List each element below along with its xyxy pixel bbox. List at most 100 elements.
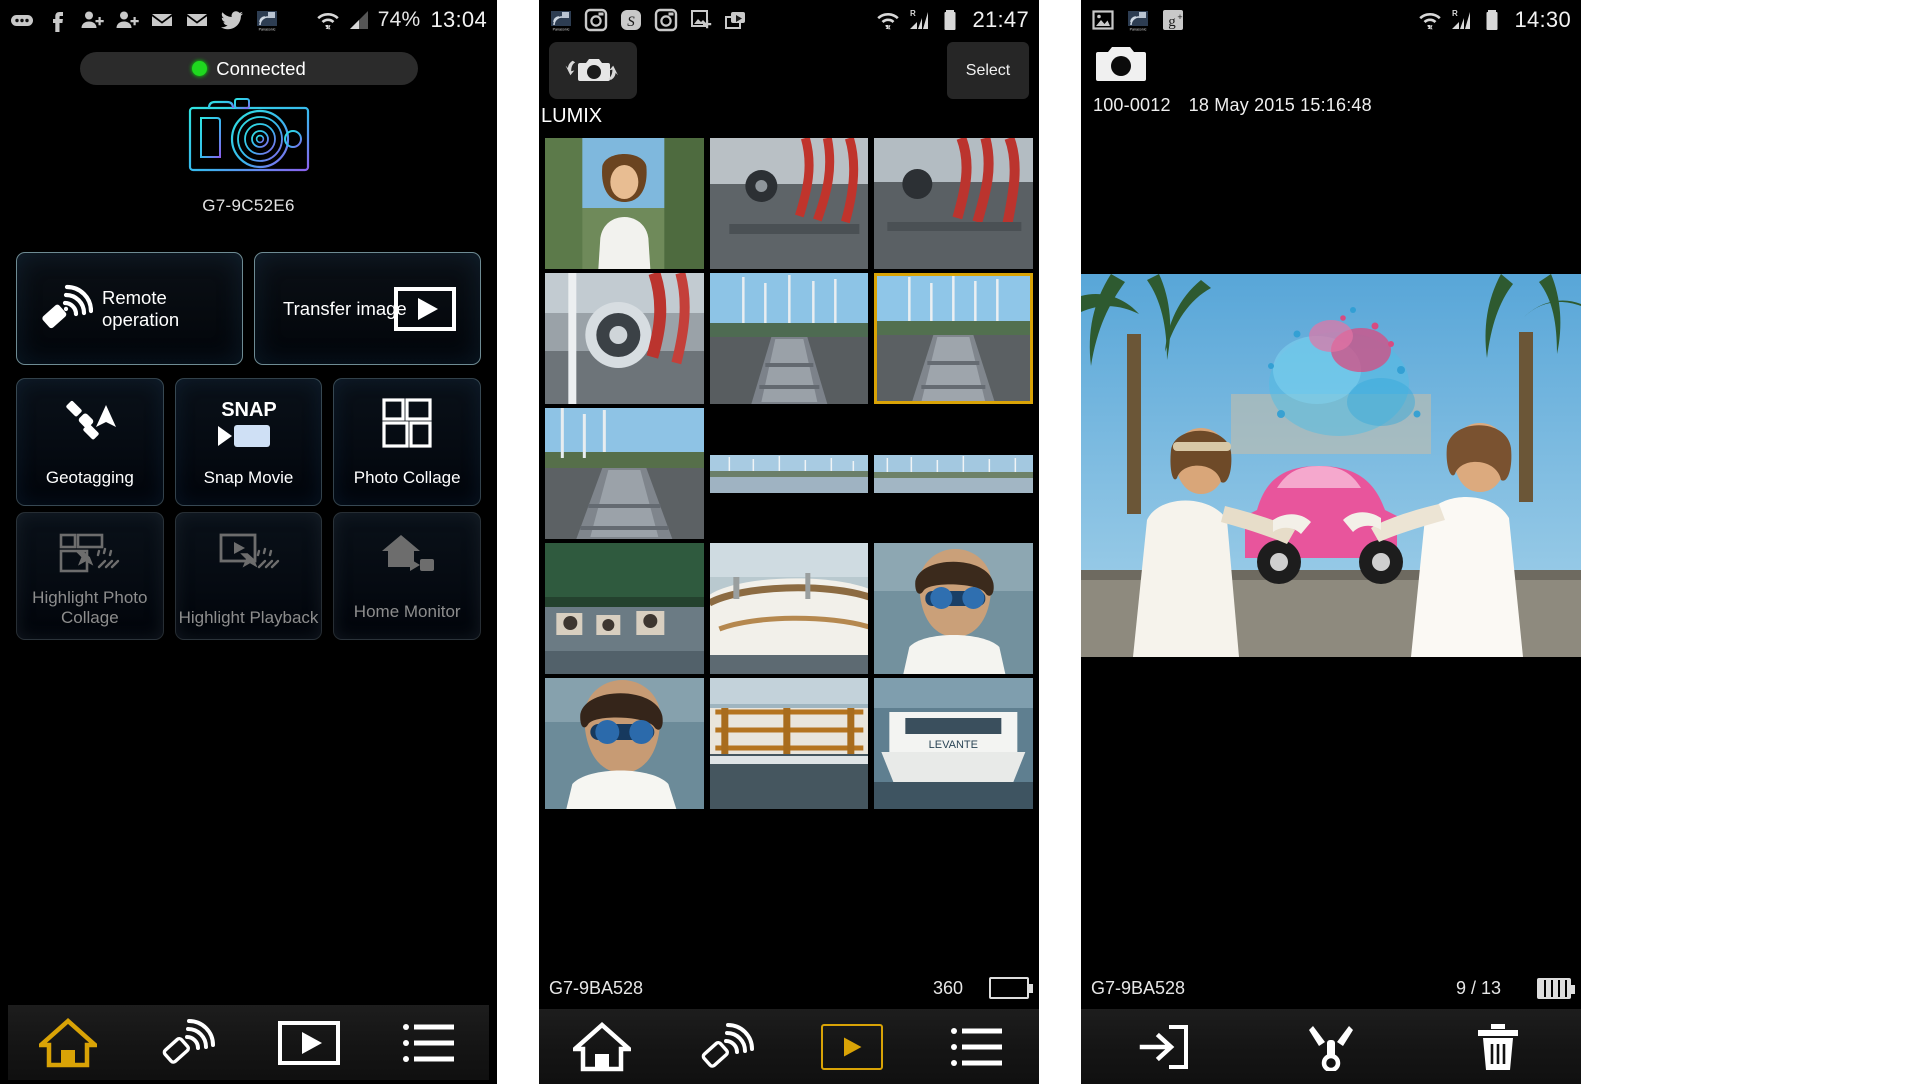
thumbnail-image: [874, 454, 1033, 493]
list-item[interactable]: [874, 454, 1033, 493]
list-item[interactable]: [545, 408, 704, 539]
viewer-footer: G7-9BA528 9 / 13: [1081, 972, 1581, 1004]
tile-highlight-playback-label: Highlight Playback: [178, 608, 319, 628]
remote-operation-button[interactable]: Remote operation: [16, 252, 243, 365]
list-item[interactable]: [545, 543, 704, 674]
list-item[interactable]: [874, 543, 1033, 674]
tile-photo-collage[interactable]: Photo Collage: [333, 378, 482, 506]
play-rect-icon: [277, 1020, 340, 1065]
tile-highlight-playback[interactable]: Highlight Playback: [174, 512, 323, 640]
tile-highlight-photo-collage-label: Highlight Photo Collage: [32, 587, 148, 628]
video-gallery-icon: [725, 12, 745, 29]
delete-button[interactable]: [1414, 1009, 1581, 1084]
list-menu-icon: [950, 1027, 1002, 1066]
share-button[interactable]: [1248, 1009, 1415, 1084]
tile-home-monitor-label: Home Monitor: [353, 602, 461, 622]
thumbnail-image: [545, 543, 704, 674]
list-item[interactable]: [545, 678, 704, 809]
status-bar-notification-icons: Panasonic g +: [1091, 8, 1418, 32]
svg-text:SNAP: SNAP: [221, 399, 277, 421]
nav-home-button[interactable]: [539, 1009, 664, 1084]
mail-icon: [187, 14, 207, 26]
grid-footer: G7-9BA528 360: [539, 972, 1039, 1004]
instagram-icon: [654, 8, 678, 32]
device-name-label: G7-9BA528: [1091, 977, 1186, 998]
list-item[interactable]: [709, 543, 869, 674]
wifi-icon: [1419, 12, 1442, 30]
list-menu-icon: [402, 1023, 454, 1062]
list-item[interactable]: [709, 678, 869, 809]
clock-label: 13:04: [430, 7, 487, 32]
nav-remote-button[interactable]: [664, 1009, 789, 1084]
bottom-navigation-bar: [8, 1004, 489, 1080]
home-icon: [572, 1021, 631, 1071]
remote-wifi-icon: [39, 283, 93, 335]
photo-metadata: 100-0012 18 May 2015 15:16:48: [1093, 95, 1372, 116]
panel-home-screen: Panasonic 74% 13:04 Connected G7-9C52E6 …: [0, 0, 497, 1084]
image-count-label: 360: [932, 977, 963, 998]
main-photo: [1081, 274, 1581, 657]
nav-remote-button[interactable]: [128, 1005, 248, 1080]
nav-home-button[interactable]: [8, 1005, 128, 1080]
select-button[interactable]: Select: [947, 42, 1029, 99]
feature-tile-row-1: Geotagging SNAP Snap Movie Photo Collage: [16, 378, 482, 506]
thumbnail-image: [709, 678, 869, 809]
nav-menu-button[interactable]: [369, 1005, 489, 1080]
panel-divider: [497, 0, 539, 1084]
nav-playback-button[interactable]: [249, 1005, 369, 1080]
nav-menu-button[interactable]: [914, 1009, 1039, 1084]
list-item[interactable]: [709, 273, 869, 404]
tile-snap-movie-label: Snap Movie: [203, 468, 294, 488]
battery-percent-label: 74%: [377, 8, 421, 31]
list-item[interactable]: [874, 273, 1033, 404]
messages-icon: [11, 15, 33, 26]
cellular-signal-roaming-icon: R: [910, 9, 929, 29]
page-indicator-label: 9 / 13: [1455, 977, 1501, 998]
mail-icon: [152, 14, 172, 26]
transfer-image-label: Transfer image: [283, 297, 407, 319]
thumbnail-image: LEVANTE: [874, 678, 1033, 809]
bottom-navigation-bar: [539, 1008, 1039, 1084]
svg-text:S: S: [627, 14, 635, 30]
photo-viewer-image[interactable]: [1081, 274, 1581, 657]
nav-playback-button[interactable]: [789, 1009, 914, 1084]
cellular-signal-roaming-icon: R: [1452, 9, 1471, 29]
camera-source-button[interactable]: [1093, 42, 1149, 86]
add-contact-icon: [116, 11, 139, 28]
tile-photo-collage-label: Photo Collage: [353, 468, 461, 488]
battery-full-icon: [1537, 977, 1575, 999]
svg-text:g: g: [1168, 14, 1176, 30]
thumbnail-image: [874, 543, 1033, 674]
clock-label: 21:47: [972, 7, 1029, 32]
svg-text:Panasonic: Panasonic: [1130, 28, 1147, 32]
feature-tile-row-2: Highlight Photo Collage Highlight Playba…: [16, 512, 482, 640]
tile-geotagging-label: Geotagging: [45, 468, 134, 488]
status-bar-system-icons: 74% 13:04: [316, 7, 487, 33]
transfer-image-button[interactable]: Transfer image: [254, 252, 481, 365]
add-contact-icon: [81, 11, 104, 28]
remote-wifi-icon: [163, 1018, 216, 1064]
cellular-signal-icon: [349, 11, 368, 29]
save-to-phone-button[interactable]: [1081, 1009, 1248, 1084]
battery-icon: [1486, 10, 1498, 30]
list-item[interactable]: [545, 273, 704, 404]
tile-snap-movie[interactable]: SNAP Snap Movie: [174, 378, 323, 506]
thumbnail-image: [545, 678, 704, 809]
camera-hero-illustration: [0, 92, 497, 176]
camera-switch-button[interactable]: [549, 42, 637, 99]
tile-home-monitor[interactable]: Home Monitor: [333, 512, 482, 640]
list-item[interactable]: [709, 454, 869, 493]
list-item[interactable]: [545, 138, 704, 269]
list-item[interactable]: [874, 138, 1033, 269]
connection-status-label: Connected: [216, 57, 306, 79]
skype-icon: S: [621, 10, 641, 30]
svg-text:R: R: [910, 9, 916, 18]
list-item[interactable]: LEVANTE: [874, 678, 1033, 809]
battery-empty-icon: [989, 977, 1033, 999]
list-item[interactable]: [709, 138, 869, 269]
svg-text:R: R: [1452, 9, 1458, 18]
battery-icon: [944, 10, 956, 30]
wifi-icon: [877, 12, 900, 30]
tile-highlight-photo-collage[interactable]: Highlight Photo Collage: [16, 512, 164, 640]
tile-geotagging[interactable]: Geotagging: [16, 378, 164, 506]
